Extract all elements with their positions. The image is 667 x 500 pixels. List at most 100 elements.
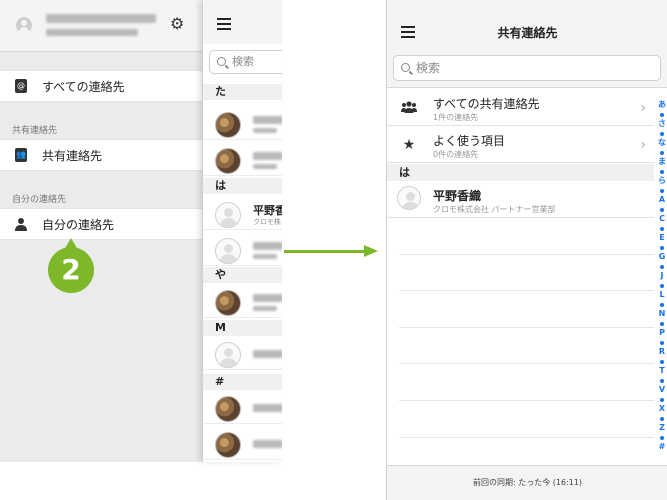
name-blurred [253,404,282,412]
drawer-item-shared-contacts[interactable]: 👥 共有連絡先 [0,139,208,171]
index-letter[interactable]: V [656,385,667,395]
list-item-all-shared[interactable]: すべての共有連絡先 1件の連絡先 › [387,90,654,126]
index-letter[interactable]: Z [656,423,667,433]
list-item-favorites[interactable]: ★ よく使う項目 0件の連絡先 › [387,127,654,163]
index-dot[interactable] [656,433,667,443]
contact-list-panel: 検索 た は 平野香 クロモ株 や M # [202,0,282,462]
index-dot[interactable] [656,129,667,139]
search-input[interactable]: 検索 [393,55,661,81]
search-placeholder: 検索 [416,61,441,75]
index-letter[interactable]: あ [656,100,667,110]
hamburger-menu-icon[interactable] [217,18,231,30]
sync-status: 前回の同期: たった今 (16:11) [387,465,667,500]
index-letter[interactable]: P [656,328,667,338]
index-letter[interactable]: X [656,404,667,414]
owl-avatar [215,432,241,458]
index-dot[interactable] [656,300,667,310]
search-input[interactable]: 検索 [209,50,282,74]
divider [399,290,654,291]
index-dot[interactable] [656,110,667,120]
list-item[interactable] [203,338,282,370]
index-letter[interactable]: # [656,442,667,452]
index-dot[interactable] [656,262,667,272]
sub-blurred [253,306,277,311]
step-marker: 2 [48,247,94,293]
group-icon [401,100,417,116]
index-dot[interactable] [656,319,667,329]
list-item[interactable] [203,234,282,266]
index-dot[interactable] [656,376,667,386]
account-header[interactable]: ⚙ [0,0,208,52]
row-count: 0件の連絡先 [433,150,479,159]
list-item[interactable] [203,286,282,318]
row-count: 1件の連絡先 [433,113,479,122]
search-icon [217,57,226,66]
index-dot[interactable] [656,414,667,424]
section-header: # [203,374,282,390]
section-header: は [203,178,282,194]
name-blurred [253,242,282,250]
section-header: や [203,267,282,283]
index-letter[interactable]: N [656,309,667,319]
star-icon: ★ [402,137,416,153]
name-blurred [253,116,282,124]
sub-blurred [253,164,277,169]
list-item[interactable]: 平野香 クロモ株 [203,198,282,230]
search-placeholder: 検索 [232,55,254,68]
chevron-right-icon: › [640,100,646,116]
person-icon [14,217,28,231]
default-avatar [215,238,241,264]
panel-header: 共有連絡先 検索 [387,0,667,88]
list-item[interactable] [203,108,282,140]
divider [399,400,654,401]
index-letter[interactable]: L [656,290,667,300]
index-dot[interactable] [656,243,667,253]
contact-name: 平野香 [253,204,282,217]
drawer-item-my-contacts[interactable]: 自分の連絡先 [0,208,208,240]
section-header: は [387,164,654,181]
owl-avatar [215,396,241,422]
divider [399,437,654,438]
index-dot[interactable] [656,357,667,367]
index-letter[interactable]: T [656,366,667,376]
index-letter[interactable]: E [656,233,667,243]
index-dot[interactable] [656,224,667,234]
index-letter[interactable]: ら [656,176,667,186]
drawer-item-label: 共有連絡先 [42,148,103,163]
chevron-right-icon: › [640,137,646,153]
index-dot[interactable] [656,338,667,348]
owl-avatar [215,112,241,138]
index-letter[interactable]: R [656,347,667,357]
section-header: M [203,320,282,336]
arrow-line [284,250,366,253]
shared-book-icon: 👥 [14,148,28,162]
index-letter[interactable]: A [656,195,667,205]
contact-row[interactable]: 平野香織 クロモ株式会社 パートナー営業部 [387,182,654,218]
index-letter[interactable]: な [656,138,667,148]
divider [399,363,654,364]
list-item[interactable] [203,144,282,176]
gear-icon[interactable]: ⚙ [170,16,184,32]
row-label: すべての共有連絡先 [433,97,540,111]
account-email-blurred [46,29,138,36]
index-letter[interactable]: J [656,271,667,281]
drawer-item-all-contacts[interactable]: @ すべての連絡先 [0,70,208,102]
section-label-shared: 共有連絡先 [12,126,58,136]
index-letter[interactable]: C [656,214,667,224]
index-letter[interactable]: ま [656,157,667,167]
index-dot[interactable] [656,167,667,177]
sub-blurred [253,128,277,133]
index-dot[interactable] [656,148,667,158]
shared-contacts-panel: 共有連絡先 検索 すべての共有連絡先 1件の連絡先 › ★ よく使う項目 0件の… [386,0,667,500]
index-dot[interactable] [656,281,667,291]
default-avatar [397,186,421,210]
name-blurred [253,294,282,302]
list-item[interactable] [203,428,282,460]
index-letter[interactable]: G [656,252,667,262]
index-dot[interactable] [656,395,667,405]
index-dot[interactable] [656,205,667,215]
index-dot[interactable] [656,186,667,196]
list-item[interactable] [203,392,282,424]
arrow-head [364,245,378,257]
index-letter[interactable]: さ [656,119,667,129]
